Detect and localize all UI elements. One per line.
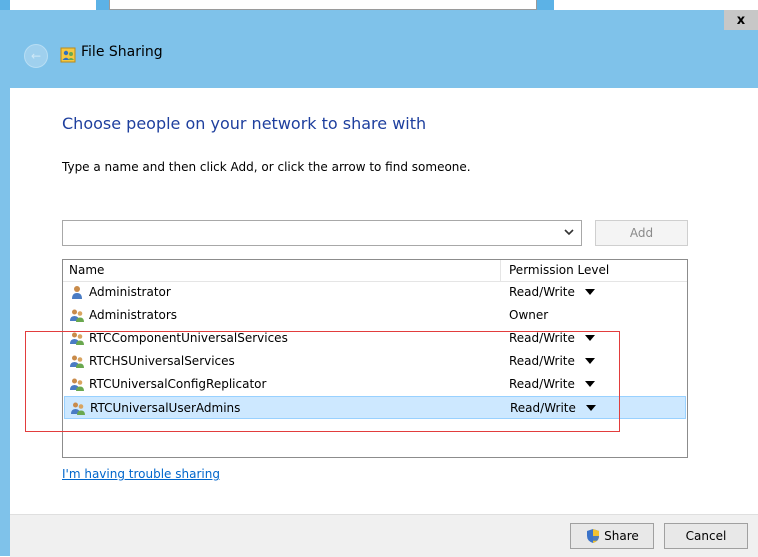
close-icon: x: [736, 12, 746, 28]
column-header-name[interactable]: Name: [69, 263, 104, 277]
list-row[interactable]: Administrators Owner: [64, 304, 686, 327]
uac-shield-icon: [587, 529, 600, 543]
dialog-content: Choose people on your network to share w…: [10, 88, 758, 514]
window-frame: x ← File Sharing Choose people on your n…: [0, 0, 758, 557]
add-button[interactable]: Add: [595, 220, 688, 246]
share-label: Share: [604, 529, 639, 543]
close-button[interactable]: x: [724, 10, 758, 30]
column-header-permission[interactable]: Permission Level: [509, 263, 609, 277]
frame-edge-left: [0, 0, 10, 10]
user-icon: [72, 286, 82, 299]
share-button[interactable]: Share: [570, 523, 654, 549]
cancel-button[interactable]: Cancel: [664, 523, 748, 549]
file-sharing-icon: [60, 47, 76, 63]
back-button[interactable]: ←: [24, 44, 48, 68]
list-header: Name Permission Level: [63, 260, 687, 282]
instruction-text: Type a name and then click Add, or click…: [62, 160, 471, 174]
name-input[interactable]: [67, 222, 551, 246]
page-heading: Choose people on your network to share w…: [62, 114, 427, 133]
entry-name: Administrator: [89, 285, 171, 299]
chevron-down-icon[interactable]: [563, 226, 575, 238]
group-icon: [70, 309, 84, 322]
back-arrow-icon: ←: [30, 49, 42, 63]
permission-dropdown[interactable]: Read/Write: [509, 285, 575, 299]
window-title: File Sharing: [81, 44, 163, 60]
dropdown-arrow-icon[interactable]: [585, 289, 595, 295]
annotation-highlight-box: [25, 331, 620, 432]
dialog-footer: Share Cancel: [10, 514, 758, 557]
column-separator[interactable]: [500, 260, 501, 281]
permission-label: Owner: [509, 308, 549, 322]
name-combobox[interactable]: [62, 220, 582, 246]
list-row[interactable]: Administrator Read/Write: [64, 281, 686, 304]
trouble-sharing-link[interactable]: I'm having trouble sharing: [62, 467, 220, 481]
entry-name: Administrators: [89, 308, 178, 322]
title-bar: ← File Sharing: [10, 30, 758, 88]
top-strip: [0, 0, 758, 10]
background-field: [109, 0, 537, 10]
